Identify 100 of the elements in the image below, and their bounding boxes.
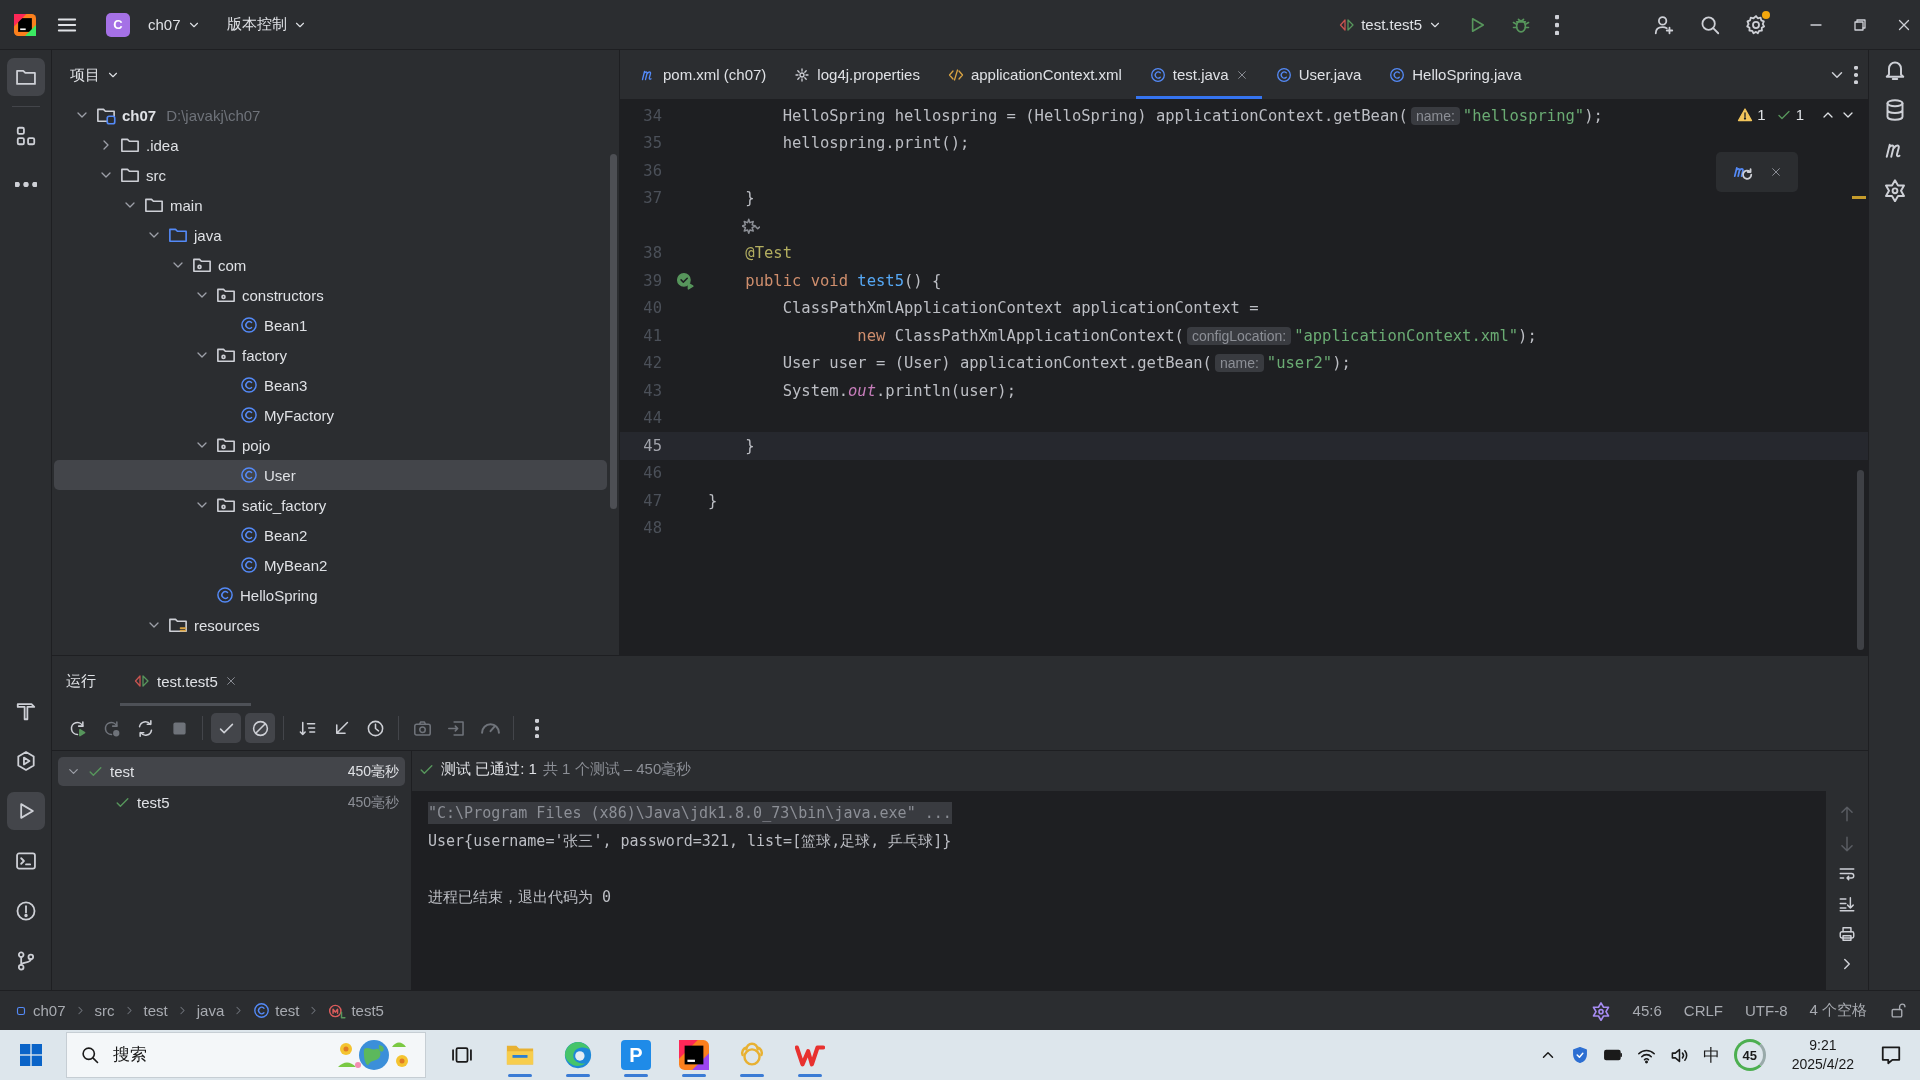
clock-date[interactable]: 2025/4/22: [1791, 1055, 1854, 1074]
code-text: @Test: [745, 244, 792, 263]
editor-tab[interactable]: User.java: [1261, 50, 1376, 99]
tree-row[interactable]: src: [54, 160, 607, 190]
breadcrumb[interactable]: ch07: [14, 1002, 66, 1019]
project-badge: C: [106, 12, 130, 37]
class-icon: [240, 316, 258, 334]
test-passed-icon[interactable]: [676, 271, 694, 290]
scroll-to-end-icon[interactable]: [1838, 895, 1856, 913]
services-icon: [14, 750, 37, 772]
notifications-icon[interactable]: [1880, 1044, 1902, 1066]
close-icon[interactable]: [224, 675, 237, 687]
editor-tab[interactable]: test.java: [1135, 50, 1262, 99]
lock-icon[interactable]: [1889, 1002, 1906, 1019]
scrollbar[interactable]: [1857, 470, 1864, 650]
line-separator[interactable]: CRLF: [1683, 1002, 1723, 1019]
run-config-icon: [134, 673, 150, 689]
tree-row[interactable]: resources: [54, 610, 607, 640]
tree-row[interactable]: ch07 D:\javakj\ch07: [54, 100, 607, 130]
warning-marker[interactable]: [1852, 196, 1866, 199]
indent-setting[interactable]: 4 个空格: [1809, 1001, 1867, 1020]
clock-time[interactable]: 9:21: [1809, 1036, 1837, 1055]
editor-tab[interactable]: pom.xml (ch07): [626, 50, 781, 99]
folder-tool-button[interactable]: [6, 58, 45, 96]
warning-count[interactable]: 1: [1757, 106, 1766, 123]
tree-row[interactable]: Bean1: [54, 310, 607, 340]
input-method[interactable]: 中: [1702, 1043, 1720, 1067]
soft-wrap-icon[interactable]: [1838, 865, 1856, 883]
file-encoding[interactable]: UTF-8: [1745, 1002, 1788, 1019]
print-icon[interactable]: [1838, 925, 1856, 943]
tree-label: factory: [242, 346, 287, 364]
class-icon: [240, 406, 258, 424]
breadcrumb[interactable]: test5: [328, 1001, 384, 1020]
search-field[interactable]: 搜索: [66, 1032, 426, 1078]
tree-row[interactable]: MyBean2: [54, 550, 607, 580]
test-status: 测试 已通过: 1: [441, 759, 537, 779]
tree-row[interactable]: factory: [54, 340, 607, 370]
vcs-menu[interactable]: 版本控制: [218, 9, 315, 40]
cursor-position[interactable]: 45:6: [1632, 1002, 1662, 1019]
tree-row[interactable]: Bean2: [54, 520, 607, 550]
test-name: test5: [137, 794, 171, 811]
tree-row[interactable]: .idea: [54, 130, 607, 160]
code-text: User user = (User) applicationContext.getBean(: [782, 354, 1212, 373]
run-config-selector[interactable]: test.test5: [1331, 10, 1450, 39]
tree-row[interactable]: pojo: [54, 430, 607, 460]
code-text: }: [708, 491, 718, 510]
scrollbar[interactable]: [610, 154, 617, 509]
editor-tab[interactable]: applicationContext.xml: [933, 50, 1136, 99]
tree-row[interactable]: satic_factory: [54, 490, 607, 520]
check-button[interactable]: [211, 713, 241, 743]
close-icon[interactable]: [1770, 166, 1782, 178]
test-row[interactable]: test 450毫秒: [58, 757, 405, 786]
windows-start-icon[interactable]: [20, 1044, 42, 1066]
tree-row[interactable]: MyFactory: [54, 400, 607, 430]
tree-row[interactable]: constructors: [54, 280, 607, 310]
code-vision-icon[interactable]: [742, 216, 760, 235]
tree-label: constructors: [242, 286, 324, 304]
tree-row[interactable]: HelloSpring: [54, 580, 607, 610]
shield-icon[interactable]: [1570, 1046, 1589, 1064]
test-time: 450毫秒: [347, 762, 399, 781]
more-icon[interactable]: [1854, 65, 1858, 84]
class-icon: [240, 556, 258, 574]
usage-meter[interactable]: 45: [1733, 1039, 1766, 1071]
tree-label: com: [218, 256, 247, 274]
editor-tab[interactable]: log4j.properties: [780, 50, 934, 99]
camera-icon: [412, 718, 432, 738]
more-icon: [1555, 14, 1559, 35]
run-tab[interactable]: test.test5: [120, 656, 251, 706]
tree-row[interactable]: User: [54, 460, 607, 490]
tree-row[interactable]: Bean3: [54, 370, 607, 400]
check-count[interactable]: 1: [1795, 106, 1804, 123]
assistant-icon[interactable]: [1590, 1000, 1611, 1021]
taskbar-app[interactable]: P: [610, 1032, 662, 1078]
tree-label: src: [146, 166, 166, 184]
restore-icon[interactable]: [1852, 16, 1868, 33]
ignored-button[interactable]: [245, 713, 275, 743]
code-text: }: [745, 436, 755, 455]
breadcrumb[interactable]: test: [143, 1002, 168, 1019]
tree-row[interactable]: main: [54, 190, 607, 220]
assistant-icon[interactable]: [1882, 178, 1907, 202]
app-logo-icon: [14, 13, 36, 36]
breadcrumb[interactable]: test: [253, 1002, 300, 1019]
settings-icon: [1745, 13, 1767, 36]
path-text: D:\javakj\ch07: [166, 106, 261, 124]
xml-icon: [947, 66, 964, 83]
run-tool-button[interactable]: [6, 792, 45, 830]
project-view-menu[interactable]: 项目: [62, 59, 128, 91]
breadcrumb[interactable]: java: [196, 1002, 225, 1019]
ignored-icon: [250, 718, 270, 738]
tree-row[interactable]: com: [54, 250, 607, 280]
tree-row[interactable]: java: [54, 220, 607, 250]
close-icon[interactable]: [1235, 68, 1248, 81]
test-detail: 共 1 个测试 – 450毫秒: [542, 759, 692, 779]
code-text: "applicationContext.xml");: [1294, 326, 1537, 345]
test-row[interactable]: test5 450毫秒: [58, 788, 405, 817]
class-icon: [240, 466, 258, 484]
project-switcher[interactable]: ch07: [140, 10, 209, 39]
parameter-hint: name:: [1214, 354, 1264, 373]
breadcrumb[interactable]: src: [94, 1002, 115, 1019]
editor-tab[interactable]: HelloSpring.java: [1375, 50, 1536, 99]
